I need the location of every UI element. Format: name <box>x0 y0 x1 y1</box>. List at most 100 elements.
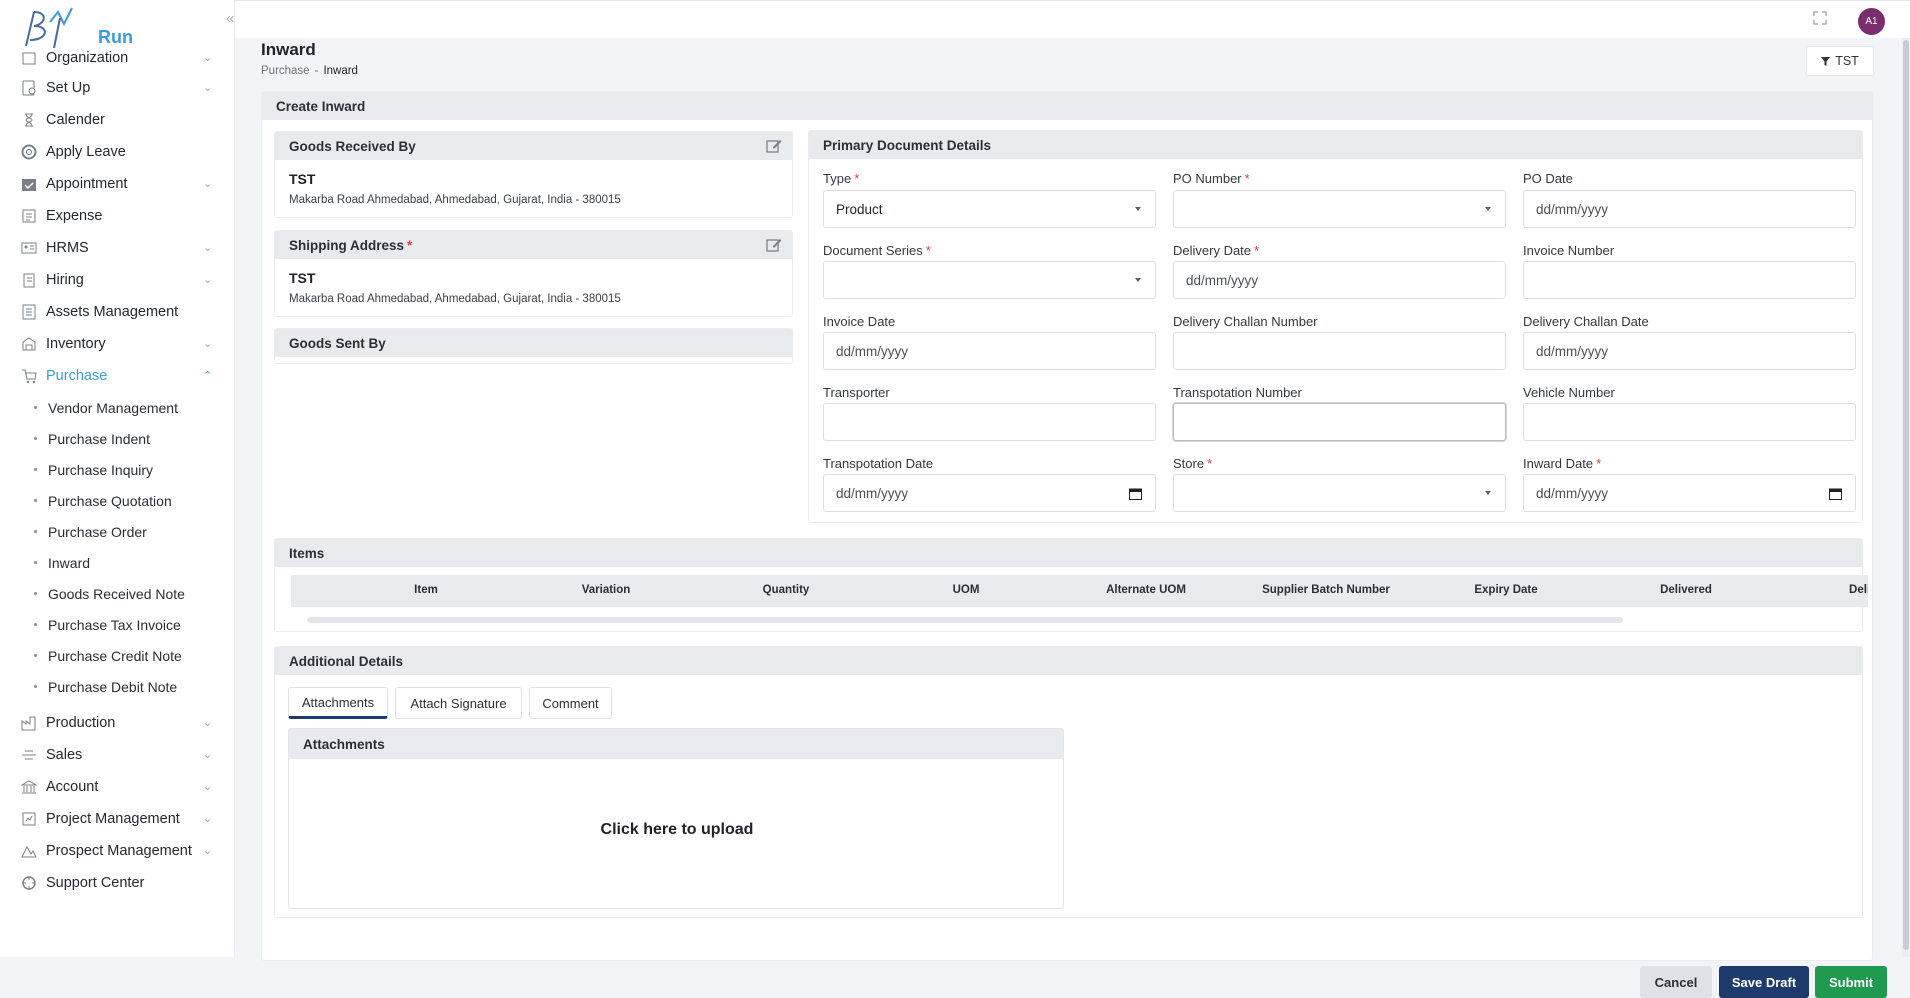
po-date-input[interactable]: dd/mm/yyyy <box>1523 190 1856 228</box>
edit-icon[interactable] <box>766 237 782 253</box>
delivery-date-input[interactable]: dd/mm/yyyy <box>1173 261 1506 299</box>
sidebar-item-expense[interactable]: Expense <box>0 200 235 232</box>
po-number-label-text: PO Number <box>1173 171 1242 186</box>
items-horizontal-scrollbar[interactable] <box>291 615 1868 625</box>
store-select[interactable] <box>1173 474 1506 512</box>
po-number-select[interactable] <box>1173 190 1506 228</box>
delivery-date-label: Delivery Date * <box>1173 243 1259 258</box>
sidebar-subitem-vendor-management[interactable]: Vendor Management <box>0 392 235 423</box>
sidebar-item-label: Purchase <box>46 368 108 384</box>
sidebar-item-label: Project Management <box>46 811 180 827</box>
sidebar-subitem-purchase-debit-note[interactable]: Purchase Debit Note <box>0 671 235 702</box>
upload-dropzone[interactable]: Click here to upload <box>289 821 1065 839</box>
items-table-header: Item Variation Quantity UOM Alternate UO… <box>291 575 1868 607</box>
shipping-address: Makarba Road Ahmedabad, Ahmedabad, Gujar… <box>289 293 621 305</box>
document-series-label: Document Series * <box>823 243 931 258</box>
sidebar-subitem-label: Purchase Order <box>48 523 147 540</box>
sidebar-item-label: Support Center <box>46 875 145 891</box>
cancel-button[interactable]: Cancel <box>1640 966 1712 998</box>
type-select[interactable]: Product <box>823 190 1156 228</box>
filter-button[interactable]: TST <box>1806 46 1874 76</box>
transport-number-input[interactable] <box>1173 403 1506 441</box>
sidebar-nav: Organization ⌄ Set Up ⌄ Calender Apply L… <box>0 50 235 899</box>
sidebar-subitem-purchase-inquiry[interactable]: Purchase Inquiry <box>0 454 235 485</box>
required-marker: * <box>1207 456 1213 471</box>
assets-icon <box>20 303 38 321</box>
tab-attachments[interactable]: Attachments <box>288 687 388 719</box>
sidebar-item-label: Assets Management <box>46 304 179 320</box>
transport-date-label: Transpotation Date <box>823 456 934 471</box>
create-inward-form: Create Inward Goods Received By TST Maka… <box>261 91 1887 998</box>
sidebar-item-production[interactable]: Production ⌄ <box>0 707 235 739</box>
calendar-icon[interactable] <box>1129 487 1142 500</box>
shipping-name: TST <box>289 270 316 286</box>
bullet-icon <box>34 592 37 595</box>
transporter-input[interactable] <box>823 403 1156 441</box>
inward-date-input[interactable]: dd/mm/yyyy <box>1523 474 1856 512</box>
main-content: Inward Purchase - Inward TST Create Inward… <box>235 38 1902 998</box>
invoice-number-label: Invoice Number <box>1523 243 1615 258</box>
type-label: Type * <box>823 171 859 186</box>
tab-comment[interactable]: Comment <box>529 687 612 719</box>
filter-icon <box>1821 56 1831 66</box>
column-header-uom: UOM <box>952 584 980 596</box>
sidebar-item-account[interactable]: Account ⌄ <box>0 771 235 803</box>
sidebar-item-label: HRMS <box>46 240 89 256</box>
goods-sent-title: Goods Sent By <box>275 329 792 357</box>
inward-date-label-text: Inward Date <box>1523 456 1594 471</box>
tab-attach-signature[interactable]: Attach Signature <box>395 687 522 719</box>
sidebar-item-prospect-management[interactable]: Prospect Management ⌄ <box>0 835 235 867</box>
transport-date-input[interactable]: dd/mm/yyyy <box>823 474 1156 512</box>
sidebar-item-purchase[interactable]: Purchase ⌃ <box>0 360 235 392</box>
sidebar-subitem-inward[interactable]: Inward <box>0 547 235 578</box>
challan-date-input[interactable]: dd/mm/yyyy <box>1523 332 1856 370</box>
goods-received-card: Goods Received By TST Makarba Road Ahmed… <box>274 131 793 218</box>
save-draft-button[interactable]: Save Draft <box>1719 966 1809 998</box>
top-bar: A1 <box>235 0 1910 38</box>
sidebar-item-appointment[interactable]: Appointment ⌄ <box>0 168 235 200</box>
sidebar-item-assets[interactable]: Assets Management <box>0 296 235 328</box>
vehicle-number-input[interactable] <box>1523 403 1856 441</box>
items-scrollbar-thumb[interactable] <box>307 617 1623 623</box>
sidebar-item-setup[interactable]: Set Up ⌄ <box>0 72 235 104</box>
sidebar-item-support-center[interactable]: Support Center <box>0 867 235 899</box>
fullscreen-icon[interactable] <box>1813 11 1827 25</box>
caret-down-icon <box>1135 278 1141 282</box>
support-icon <box>20 874 38 892</box>
bullet-icon <box>34 499 37 502</box>
transport-date-placeholder: dd/mm/yyyy <box>836 485 909 501</box>
document-series-select[interactable] <box>823 261 1156 299</box>
sidebar-subitem-purchase-order[interactable]: Purchase Order <box>0 516 235 547</box>
sidebar-subitem-purchase-tax-invoice[interactable]: Purchase Tax Invoice <box>0 609 235 640</box>
challan-number-input[interactable] <box>1173 332 1506 370</box>
invoice-number-input[interactable] <box>1523 261 1856 299</box>
sidebar-subitem-goods-received-note[interactable]: Goods Received Note <box>0 578 235 609</box>
sidebar-subitem-purchase-credit-note[interactable]: Purchase Credit Note <box>0 640 235 671</box>
user-avatar[interactable]: A1 <box>1858 8 1885 35</box>
sidebar-item-project-management[interactable]: Project Management ⌄ <box>0 803 235 835</box>
breadcrumb-parent[interactable]: Purchase <box>261 65 310 77</box>
sidebar-item-label: Prospect Management <box>46 843 192 859</box>
collapse-sidebar-icon[interactable]: « <box>226 10 234 27</box>
sidebar-item-inventory[interactable]: Inventory ⌄ <box>0 328 235 360</box>
sidebar-item-apply-leave[interactable]: Apply Leave <box>0 136 235 168</box>
submit-button[interactable]: Submit <box>1815 966 1887 998</box>
sidebar-subitem-purchase-quotation[interactable]: Purchase Quotation <box>0 485 235 516</box>
sidebar-item-hrms[interactable]: HRMS ⌄ <box>0 232 235 264</box>
bullet-icon <box>34 530 37 533</box>
sidebar-item-label: Production <box>46 715 116 731</box>
page-scrollbar-thumb[interactable] <box>1903 40 1909 950</box>
edit-icon[interactable] <box>766 138 782 154</box>
sidebar-item-hiring[interactable]: Hiring ⌄ <box>0 264 235 296</box>
sales-icon <box>20 746 38 764</box>
sidebar-item-label: Inventory <box>46 336 106 352</box>
invoice-date-input[interactable]: dd/mm/yyyy <box>823 332 1156 370</box>
goods-sent-card: Goods Sent By <box>274 328 793 364</box>
sidebar-item-calender[interactable]: Calender <box>0 104 235 136</box>
filter-label: TST <box>1835 54 1859 68</box>
calendar-icon[interactable] <box>1829 487 1842 500</box>
sidebar-item-sales[interactable]: Sales ⌄ <box>0 739 235 771</box>
sidebar-item-organization[interactable]: Organization ⌄ <box>0 44 235 72</box>
sidebar-subitem-purchase-indent[interactable]: Purchase Indent <box>0 423 235 454</box>
type-label-text: Type <box>823 171 852 186</box>
